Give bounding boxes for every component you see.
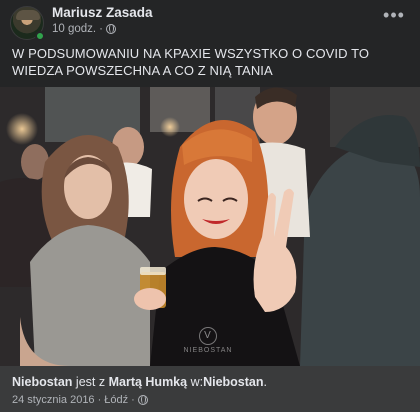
attachment-separator: · <box>97 394 102 406</box>
post-text: W PODSUMOWANIU NA KPAXIE WSZYSTKO O COVI… <box>12 46 370 78</box>
attachment-page-link[interactable]: Niebostan <box>12 375 72 389</box>
attachment-footer[interactable]: Niebostan jest z Martą Humką w:Niebostan… <box>0 366 420 412</box>
watermark-text: NIEBOSTAN <box>183 347 233 354</box>
globe-icon[interactable] <box>105 24 116 34</box>
attachment-subline: 24 stycznia 2016 · Łódź · <box>12 394 148 406</box>
feed-post: Mariusz Zasada 10 godz. · ••• W PODSUMOW… <box>0 0 420 412</box>
watermark-logo-icon: V <box>199 327 217 345</box>
post-photo[interactable]: V NIEBOSTAN <box>0 87 420 366</box>
attachment-at-text: w: <box>190 375 204 389</box>
attachment-separator-2: · <box>131 394 135 406</box>
place-link[interactable]: Niebostan <box>203 375 263 389</box>
more-options-button[interactable]: ••• <box>380 6 408 30</box>
attachment-location[interactable]: Łódź <box>104 394 128 406</box>
post-header: Mariusz Zasada 10 godz. · ••• <box>0 0 420 42</box>
attachment-title: Niebostan jest z Martą Humką w:Niebostan… <box>12 375 267 389</box>
attachment-with-text: jest z <box>75 375 106 389</box>
attachment-period: . <box>263 375 267 389</box>
photo-watermark: V NIEBOSTAN <box>178 327 238 354</box>
party-photo-illustration <box>0 87 420 366</box>
tagged-person-link[interactable]: Martą Humką <box>109 375 188 389</box>
post-timestamp[interactable]: 10 godz. <box>52 23 96 35</box>
meta-separator: · <box>99 23 103 35</box>
attachment-date[interactable]: 24 stycznia 2016 <box>12 394 95 406</box>
post-meta: 10 godz. · <box>52 23 116 35</box>
avatar-hat-shape <box>16 10 40 20</box>
online-status-icon <box>35 31 45 41</box>
globe-icon <box>137 395 148 405</box>
author-name[interactable]: Mariusz Zasada <box>52 5 153 20</box>
